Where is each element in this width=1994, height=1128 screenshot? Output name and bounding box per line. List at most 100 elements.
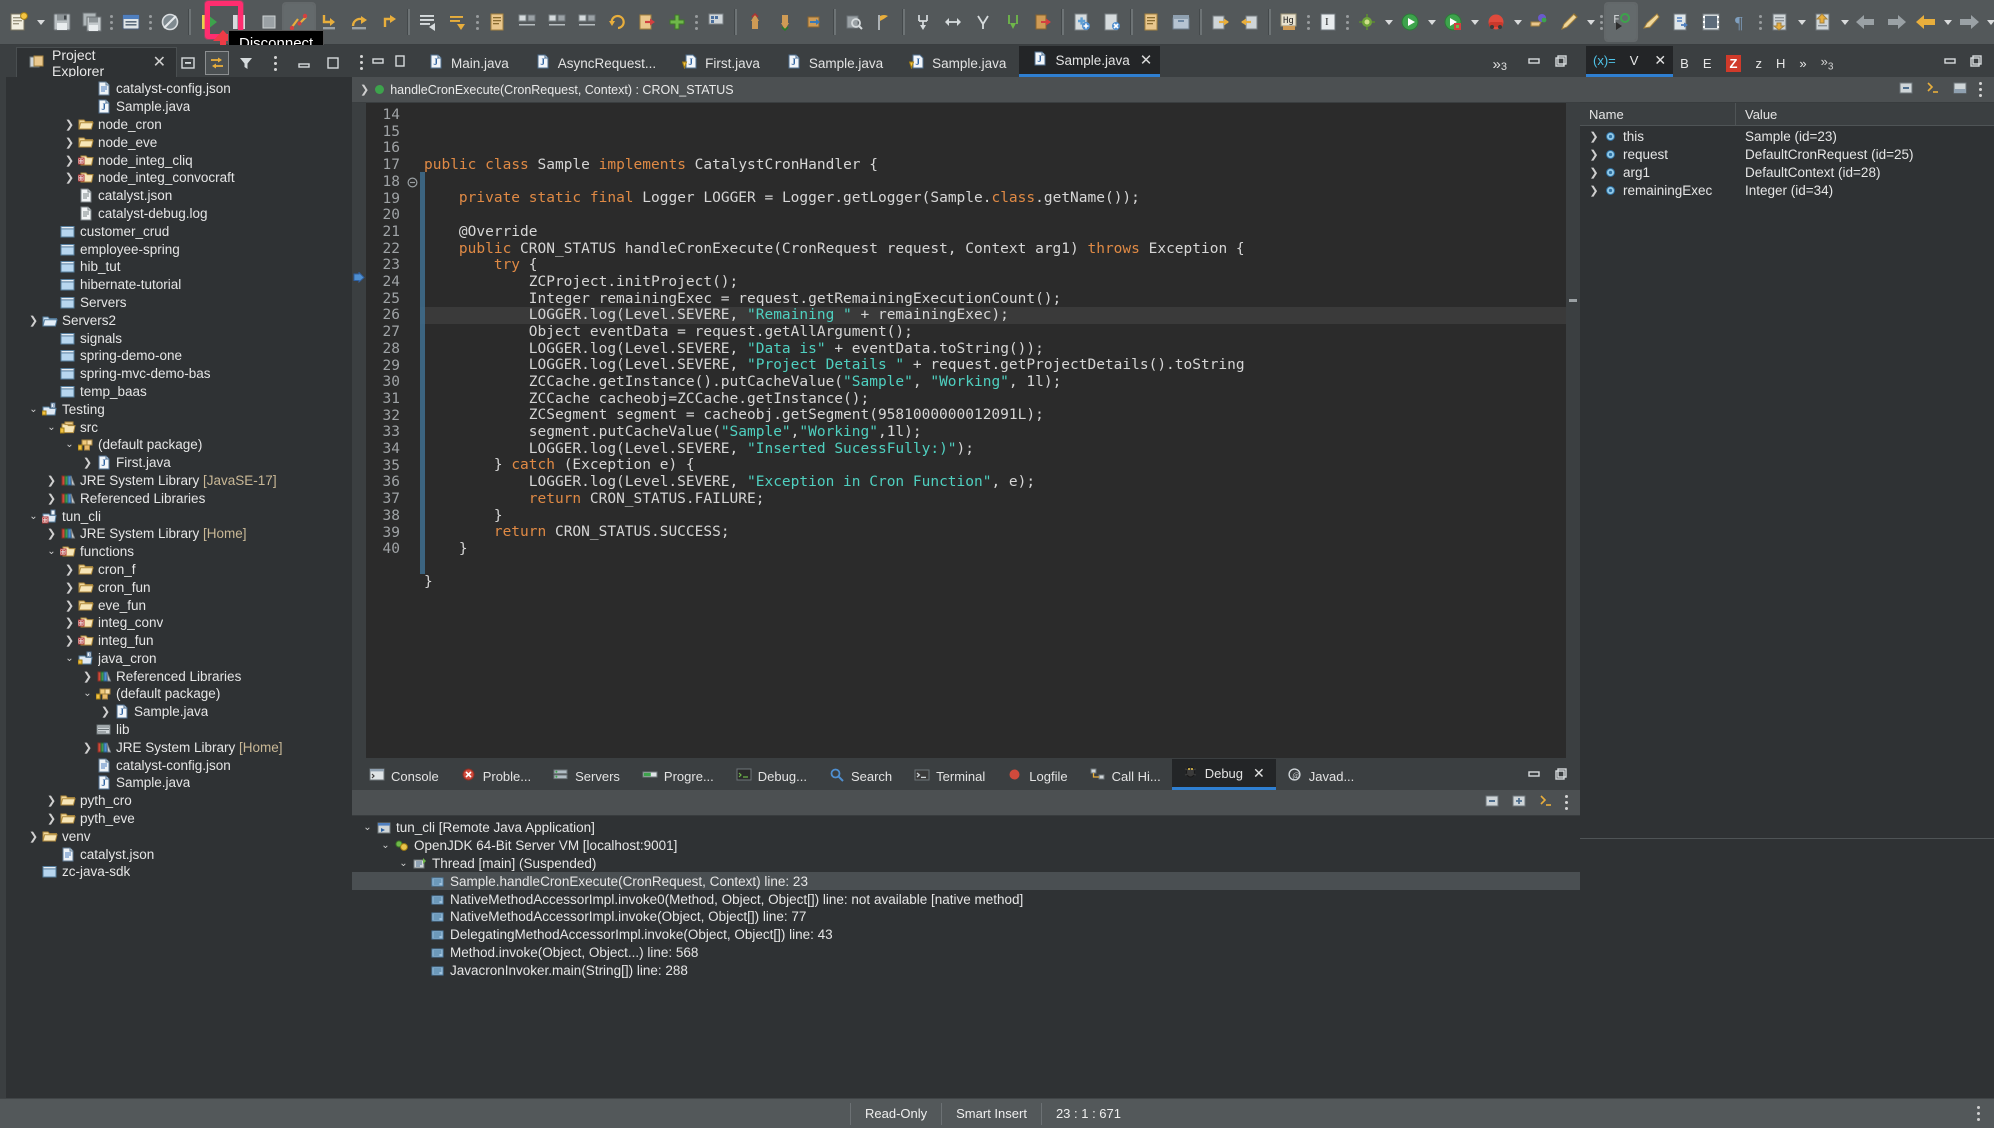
link-with-editor-icon[interactable]: [205, 51, 229, 75]
maximize-icon[interactable]: [322, 52, 344, 74]
tree-item[interactable]: ⌄ Jjava_cron: [0, 650, 352, 668]
tree-item[interactable]: employee-spring: [0, 240, 352, 258]
toggle-mark-occurrences-icon[interactable]: [116, 4, 146, 40]
variable-row[interactable]: ❯ request DefaultCronRequest (id=25): [1580, 146, 1994, 164]
tree-twisty[interactable]: ❯: [44, 794, 59, 807]
tree-twisty[interactable]: ❯: [44, 492, 59, 505]
run-dropdown-icon[interactable]: [1425, 4, 1438, 40]
detail-pane-icon[interactable]: [1952, 80, 1968, 99]
editor-tab[interactable]: J Sample.java: [896, 49, 1019, 77]
variable-row[interactable]: ❯ arg1 DefaultContext (id=28): [1580, 164, 1994, 182]
code-line[interactable]: LOGGER.log(Level.SEVERE, "Remaining " + …: [420, 307, 1580, 324]
tree-item[interactable]: lib: [0, 721, 352, 739]
mercurial-icon[interactable]: Hg: [1274, 4, 1304, 40]
debug-stack-row[interactable]: NativeMethodAccessorImpl.invoke(Object, …: [352, 908, 1580, 926]
download-icon[interactable]: [1765, 4, 1795, 40]
variables-tab-hierarchy-icon[interactable]: H: [1769, 49, 1792, 77]
forward-dropdown-icon[interactable]: [1984, 4, 1994, 40]
minimize-icon[interactable]: [1943, 54, 1957, 71]
tree-item[interactable]: Servers: [0, 294, 352, 312]
code-line[interactable]: ZCProject.initProject();: [420, 274, 1580, 291]
tree-item[interactable]: ❯ cron_fun: [0, 578, 352, 596]
tree-twisty[interactable]: ❯: [62, 154, 77, 167]
debug-stack-tree[interactable]: ⌄ tun_cli [Remote Java Application] ⌄ OpenJ…: [352, 816, 1580, 1098]
document-icon[interactable]: [1136, 4, 1166, 40]
filter-icon[interactable]: [235, 52, 257, 74]
status-menu-icon[interactable]: [1977, 1106, 1994, 1121]
editor-tab-active[interactable]: J Sample.java ✕: [1019, 46, 1161, 77]
previous-annotation-icon[interactable]: [938, 4, 968, 40]
pilcrow-icon[interactable]: ¶: [1726, 4, 1756, 40]
code-line[interactable]: public class Sample implements CatalystC…: [420, 157, 1580, 174]
minimize-icon[interactable]: [1527, 54, 1541, 71]
debug-stack-row[interactable]: DelegatingMethodAccessorImpl.invoke(Obje…: [352, 926, 1580, 944]
code-line[interactable]: }: [420, 508, 1580, 525]
tree-item[interactable]: ⌄ tun_cli: [0, 507, 352, 525]
editor-tab[interactable]: J First.java: [669, 49, 773, 77]
redo-icon[interactable]: [632, 4, 662, 40]
code-line[interactable]: [420, 174, 1580, 191]
editor-tab[interactable]: J AsyncRequest...: [522, 49, 669, 77]
upload-icon[interactable]: [1808, 4, 1838, 40]
tree-item[interactable]: catalyst-debug.log: [0, 205, 352, 223]
variable-row[interactable]: ❯ remainingExec Integer (id=34): [1580, 181, 1994, 199]
bottom-tab[interactable]: Terminal: [903, 762, 996, 790]
debug-stack-row[interactable]: Method.invoke(Object, Object...) line: 5…: [352, 944, 1580, 962]
next-bookmark-icon[interactable]: [968, 4, 998, 40]
tree-item[interactable]: ❯ eve_fun: [0, 596, 352, 614]
download-dropdown-icon[interactable]: [1795, 4, 1808, 40]
tree-item[interactable]: ❯ node_cron: [0, 116, 352, 134]
tree-item[interactable]: ❯ Referenced Libraries: [0, 667, 352, 685]
code-line[interactable]: Integer remainingExec = request.getRemai…: [420, 291, 1580, 308]
fold-toggle-icon[interactable]: [404, 174, 420, 191]
close-icon[interactable]: ✕: [153, 54, 166, 71]
editor-tab[interactable]: J Sample.java: [773, 49, 896, 77]
toolbar-drag-handle-3[interactable]: [473, 7, 482, 37]
code-line[interactable]: }: [420, 574, 1580, 591]
toolbar-drag-handle-5[interactable]: [1304, 7, 1313, 37]
tree-twisty[interactable]: ❯: [62, 599, 77, 612]
maximize-icon[interactable]: [393, 54, 407, 71]
code-line[interactable]: private static final Logger LOGGER = Log…: [420, 190, 1580, 207]
tree-item[interactable]: catalyst-config.json: [0, 80, 352, 98]
bottom-tab[interactable]: Search: [818, 762, 903, 790]
debug-stack-row[interactable]: ⌄ Thread [main] (Suspended): [352, 855, 1580, 873]
variables-tab-z-tab-label[interactable]: z: [1748, 49, 1769, 77]
new-file-remove-icon[interactable]: [1097, 4, 1127, 40]
step-return-icon[interactable]: [374, 4, 404, 40]
bottom-tab[interactable]: Console: [358, 762, 450, 790]
bottom-tab[interactable]: @ Javad...: [1276, 762, 1366, 790]
bottom-tab-active[interactable]: Debug ✕: [1171, 759, 1276, 790]
debug-stack-row[interactable]: ⌄ tun_cli [Remote Java Application]: [352, 819, 1580, 837]
tree-item[interactable]: zc-java-sdk: [0, 863, 352, 881]
tree-item[interactable]: ❯ pyth_cro: [0, 792, 352, 810]
tree-item[interactable]: spring-mvc-demo-bas: [0, 365, 352, 383]
variables-detail-pane[interactable]: [1580, 838, 1994, 1098]
tree-item[interactable]: catalyst.json: [0, 845, 352, 863]
copy-icon[interactable]: [482, 4, 512, 40]
tree-twisty[interactable]: ⌄: [44, 422, 59, 433]
editor-marker-bar[interactable]: [352, 103, 366, 758]
toolbar-drag-handle-7[interactable]: [1597, 7, 1606, 37]
new-file-add-icon[interactable]: [1067, 4, 1097, 40]
close-icon[interactable]: ✕: [1140, 51, 1153, 69]
project-tree[interactable]: catalyst-config.json J Sample.java ❯ node_cr…: [0, 77, 352, 1098]
debug-dropdown-icon[interactable]: [1382, 4, 1395, 40]
tree-item[interactable]: ❯ cron_f: [0, 561, 352, 579]
tree-twisty[interactable]: ❯: [1586, 148, 1602, 161]
tree-twisty[interactable]: ❯: [62, 563, 77, 576]
tree-item[interactable]: J Sample.java: [0, 98, 352, 116]
close-icon[interactable]: ✕: [1253, 765, 1265, 782]
tree-item[interactable]: ❯ venv: [0, 827, 352, 845]
variables-tab-z-tab-icon[interactable]: Z: [1719, 49, 1749, 77]
tree-item[interactable]: catalyst.json: [0, 187, 352, 205]
outdent-icon[interactable]: [542, 4, 572, 40]
tree-item[interactable]: customer_crud: [0, 222, 352, 240]
tree-item[interactable]: ❯ node_integ_convocraft: [0, 169, 352, 187]
column-header-name[interactable]: Name: [1580, 103, 1736, 125]
code-line[interactable]: LOGGER.log(Level.SEVERE, "Exception in C…: [420, 474, 1580, 491]
tree-twisty[interactable]: ❯: [62, 634, 77, 647]
variables-tab-variables-icon[interactable]: (x)=: [1586, 46, 1623, 77]
minimize-icon[interactable]: [371, 54, 385, 71]
code-line[interactable]: [420, 207, 1580, 224]
